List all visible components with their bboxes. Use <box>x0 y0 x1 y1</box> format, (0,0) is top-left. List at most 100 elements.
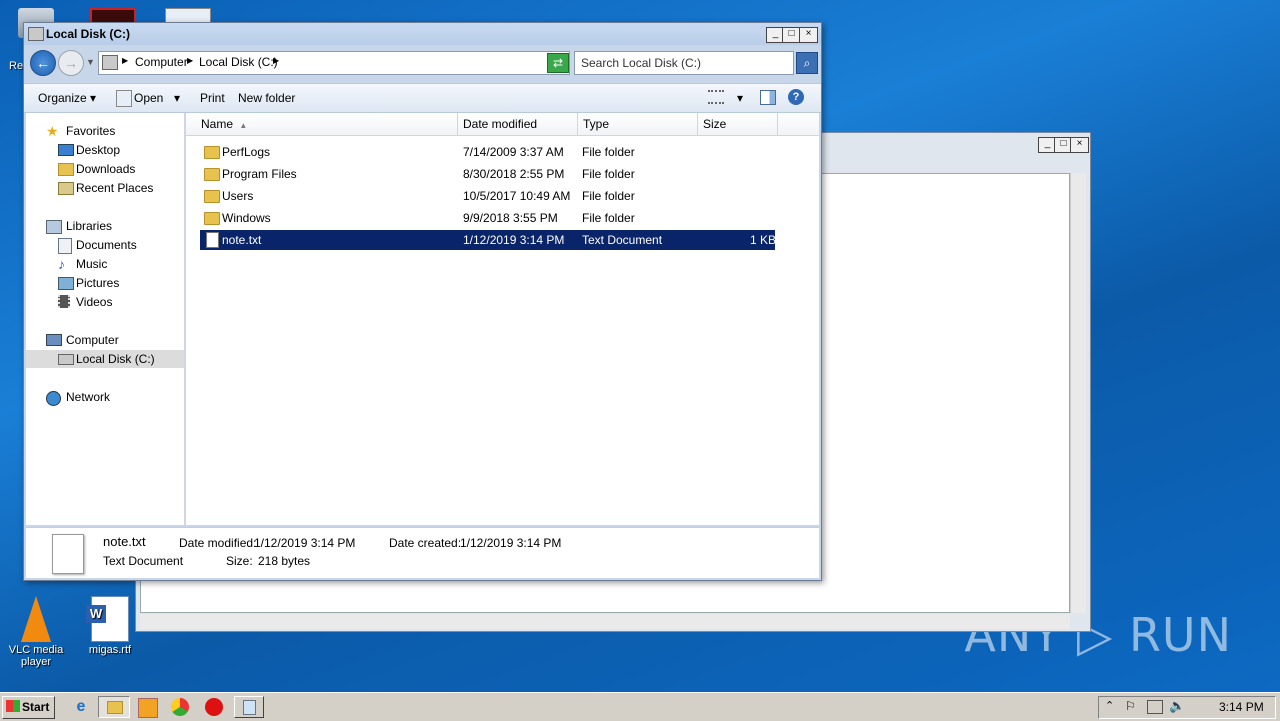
drive-icon <box>28 27 44 41</box>
local-disk-icon <box>58 354 74 365</box>
nav-computer[interactable]: Computer <box>26 331 184 349</box>
desktop-icon-vlc-label: VLC media player <box>8 644 64 668</box>
opera-icon[interactable] <box>205 698 223 716</box>
nav-documents[interactable]: Documents <box>26 236 184 254</box>
recent-places-icon <box>58 182 74 195</box>
downloads-folder-icon <box>58 163 74 176</box>
desktop-icon-vlc[interactable]: VLC media player <box>1 596 71 668</box>
volume-icon[interactable]: 🔈 <box>1169 698 1185 714</box>
file-date: 1/12/2019 3:14 PM <box>463 233 565 247</box>
bg-vertical-scrollbar[interactable] <box>1070 173 1086 613</box>
preview-pane-icon[interactable] <box>760 90 776 105</box>
command-bar: Organize ▾ Open ▾ Print New folder ▾ ? <box>24 83 821 113</box>
nav-pictures[interactable]: Pictures <box>26 274 184 292</box>
search-input[interactable]: Search Local Disk (C:) <box>574 51 794 75</box>
network-icon <box>46 391 61 406</box>
search-button[interactable]: ⌕ <box>796 52 818 74</box>
navigation-pane: ★ Favorites Desktop Downloads Recent Pla… <box>26 113 185 525</box>
nav-music[interactable]: ♪ Music <box>26 255 184 273</box>
file-row-windows[interactable]: Windows 9/9/2018 3:55 PM File folder <box>200 208 775 228</box>
print-button[interactable]: Print <box>200 91 225 105</box>
nav-network[interactable]: Network <box>26 388 184 406</box>
sort-ascending-icon: ▲ <box>239 121 248 130</box>
view-options-icon[interactable] <box>708 90 724 104</box>
folder-icon <box>204 212 220 225</box>
nav-local-disk[interactable]: Local Disk (C:) <box>26 350 184 368</box>
details-file-icon <box>52 534 84 574</box>
file-row-users[interactable]: Users 10/5/2017 10:49 AM File folder <box>200 186 775 206</box>
address-computer-icon <box>102 55 118 70</box>
organize-button[interactable]: Organize ▾ <box>38 91 96 105</box>
title-bar[interactable]: Local Disk (C:) _ □ × <box>24 23 821 45</box>
folder-icon <box>204 190 220 203</box>
star-icon: ★ <box>46 123 59 139</box>
back-button[interactable]: ← <box>30 50 56 76</box>
file-name: PerfLogs <box>222 145 271 159</box>
internet-explorer-icon[interactable]: e <box>72 698 90 716</box>
file-row-program-files[interactable]: Program Files 8/30/2018 2:55 PM File fol… <box>200 164 775 184</box>
breadcrumb-chevron-icon[interactable]: ▶ <box>122 56 128 65</box>
vlc-cone-icon <box>21 596 51 642</box>
windows-logo-icon <box>6 700 20 712</box>
nav-videos[interactable]: Videos <box>26 293 184 311</box>
network-tray-icon[interactable] <box>1147 700 1163 714</box>
breadcrumb-local-disk[interactable]: Local Disk (C:) <box>199 55 278 69</box>
help-icon[interactable]: ? <box>788 89 804 105</box>
taskbar: Start e ⌃ ⚐ 🔈 3:14 PM <box>0 692 1280 721</box>
file-type: Text Document <box>582 233 663 247</box>
file-date: 9/9/2018 3:55 PM <box>463 211 558 225</box>
column-name[interactable]: Name ▲ <box>196 113 458 135</box>
notepad-icon <box>243 700 256 715</box>
nav-downloads[interactable]: Downloads <box>26 160 184 178</box>
desktop-icon-rtf-label: migas.rtf <box>88 644 132 656</box>
desktop-recycle-bin-label: Re <box>9 60 24 72</box>
column-type[interactable]: Type <box>578 113 698 135</box>
nav-recent-places[interactable]: Recent Places <box>26 179 184 197</box>
view-dropdown-icon[interactable]: ▾ <box>737 91 743 105</box>
pictures-icon <box>58 277 74 290</box>
file-row-perflogs[interactable]: PerfLogs 7/14/2009 3:37 AM File folder <box>200 142 775 162</box>
bg-horizontal-scrollbar[interactable] <box>140 614 1070 629</box>
nav-favorites[interactable]: ★ Favorites <box>26 122 184 140</box>
music-note-icon: ♪ <box>58 256 65 272</box>
details-file-kind: Text Document <box>103 554 184 568</box>
details-size-label: Size: <box>226 554 253 568</box>
recent-pages-dropdown[interactable]: ▼ <box>86 57 95 67</box>
chrome-icon[interactable] <box>171 698 189 716</box>
breadcrumb-computer[interactable]: Computer <box>135 55 188 69</box>
media-player-icon[interactable] <box>138 698 158 718</box>
bg-close-button[interactable]: × <box>1070 137 1089 153</box>
clock[interactable]: 3:14 PM <box>1219 700 1264 714</box>
breadcrumb-chevron-icon[interactable]: ▶ <box>187 56 193 65</box>
notepad-taskbar-button[interactable] <box>234 696 264 718</box>
open-doc-icon <box>116 90 132 107</box>
details-modified-value: 1/12/2019 3:14 PM <box>254 536 356 550</box>
show-hidden-icons-icon[interactable]: ⌃ <box>1105 699 1114 712</box>
start-button[interactable]: Start <box>2 696 55 719</box>
text-file-icon <box>206 232 219 248</box>
column-size[interactable]: Size <box>698 113 778 135</box>
new-folder-button[interactable]: New folder <box>238 91 295 105</box>
computer-icon <box>46 334 62 346</box>
file-type: File folder <box>582 167 635 181</box>
open-button[interactable]: Open <box>134 91 163 105</box>
breadcrumb-chevron-icon[interactable]: ▶ <box>273 56 279 65</box>
forward-button[interactable]: → <box>58 50 84 76</box>
file-list[interactable]: Name ▲ Date modified Type Size PerfLogs … <box>186 113 819 525</box>
nav-desktop[interactable]: Desktop <box>26 141 184 159</box>
search-icon: ⌕ <box>803 56 811 70</box>
open-dropdown-icon[interactable]: ▾ <box>174 91 180 105</box>
close-button[interactable]: × <box>799 27 818 43</box>
file-name: note.txt <box>222 233 262 247</box>
file-row-note-txt[interactable]: note.txt 1/12/2019 3:14 PM Text Document… <box>200 230 776 250</box>
refresh-icon: ⇄ <box>552 56 564 70</box>
forward-arrow-icon: → <box>64 55 78 71</box>
nav-libraries[interactable]: Libraries <box>26 217 184 235</box>
column-date-modified[interactable]: Date modified <box>458 113 578 135</box>
explorer-window[interactable]: Local Disk (C:) _ □ × ← → ▼ ▶ Computer ▶… <box>23 22 822 581</box>
explorer-taskbar-button[interactable] <box>98 696 130 718</box>
address-bar[interactable]: ▶ Computer ▶ Local Disk (C:) ▶ ▼ <box>98 51 570 75</box>
refresh-button[interactable]: ⇄ <box>547 53 569 73</box>
action-center-flag-icon[interactable]: ⚐ <box>1125 699 1136 713</box>
system-tray: ⌃ ⚐ 🔈 3:14 PM <box>1098 696 1276 719</box>
